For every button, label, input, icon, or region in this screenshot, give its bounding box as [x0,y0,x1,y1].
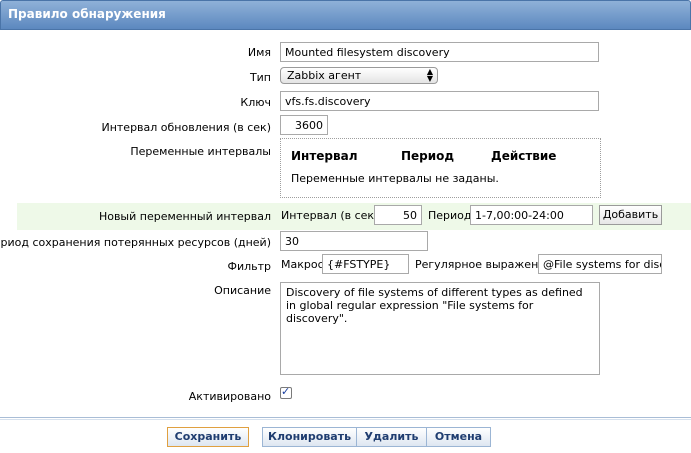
flex-intervals-label: Переменные интервалы [130,145,271,158]
footer-separator-inner [0,419,691,420]
form-title-bar: Правило обнаружения [0,0,691,30]
new-flex-period-label: Период [428,209,472,222]
interval-label: Интервал обновления (в сек) [101,121,271,134]
checkmark-icon: ✓ [281,385,291,398]
clone-button[interactable]: Клонировать [262,427,357,447]
filter-regexp-input[interactable]: @File systems for disc [538,254,662,274]
filter-macro-label: Макрос [281,258,324,271]
new-flex-interval-input[interactable]: 50 [374,205,422,225]
footer-separator [0,417,691,418]
new-flex-period-input[interactable]: 1-7,00:00-24:00 [470,205,593,225]
name-label: Имя [247,46,271,59]
select-arrows-icon: ▲ ▼ [426,67,433,83]
flex-empty-text: Переменные интервалы не заданы. [291,172,499,185]
flex-intervals-table: Интервал Период Действие Переменные инте… [280,138,601,198]
enabled-label: Активировано [188,390,271,403]
filter-regexp-label: Регулярное выражение [415,258,553,271]
form-title: Правило обнаружения [8,7,166,21]
cancel-button[interactable]: Отмена [427,427,491,447]
flex-header-interval: Интервал [291,149,358,163]
flex-header-action: Действие [491,149,557,163]
delete-button[interactable]: Удалить [357,427,427,447]
description-label: Описание [214,284,271,297]
description-textarea[interactable]: Discovery of file systems of different t… [280,282,600,375]
type-select[interactable]: Zabbix агент ▲ ▼ [280,67,438,84]
enabled-checkbox[interactable]: ✓ [280,385,292,399]
new-flex-interval-label: Интервал (в сек) [281,209,379,222]
filter-macro-input[interactable]: {#FSTYPE} [322,254,409,274]
name-input[interactable]: Mounted filesystem discovery [280,42,599,62]
filter-label: Фильтр [227,260,271,273]
type-label: Тип [249,71,271,84]
new-flex-label: Новый переменный интервал [98,210,271,223]
save-button[interactable]: Сохранить [167,427,249,447]
lifetime-label: Период сохранения потерянных ресурсов (д… [0,236,271,249]
interval-input[interactable]: 3600 [280,115,328,135]
lifetime-input[interactable]: 30 [280,231,428,251]
key-label: Ключ [240,96,271,109]
add-flex-button[interactable]: Добавить [599,205,662,225]
key-input[interactable]: vfs.fs.discovery [280,91,599,111]
type-select-value: Zabbix агент [287,69,362,82]
flex-header-period: Период [401,149,455,163]
